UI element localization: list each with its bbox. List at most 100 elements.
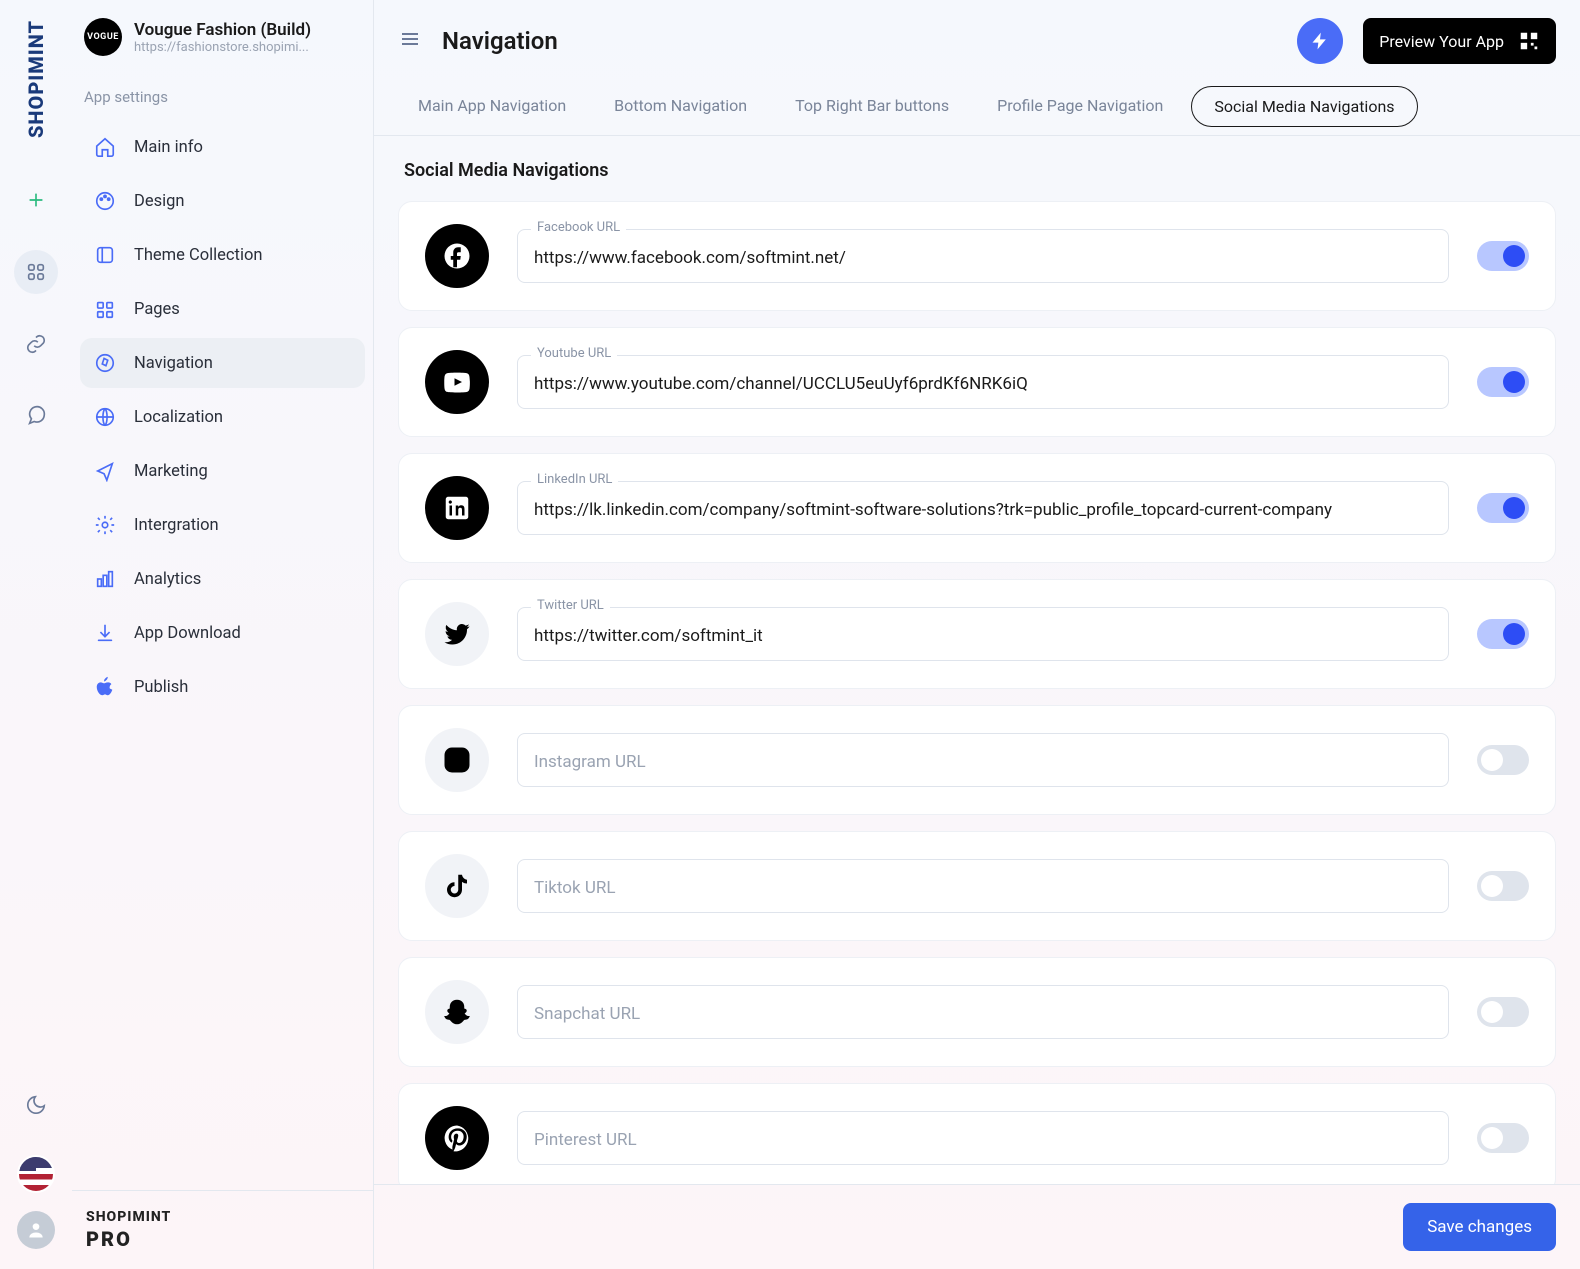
rail-add-button[interactable] — [14, 178, 58, 222]
linkedin-toggle[interactable] — [1477, 493, 1529, 523]
linkedin-icon — [425, 476, 489, 540]
preview-label: Preview Your App — [1379, 32, 1504, 51]
twitter-toggle[interactable] — [1477, 619, 1529, 649]
app-url: https://fashionstore.shopimi... — [134, 40, 311, 55]
menu-icon — [398, 27, 422, 51]
social-row-facebook: Facebook URL — [398, 201, 1556, 311]
plus-icon — [25, 189, 47, 211]
social-row-youtube: Youtube URL — [398, 327, 1556, 437]
sidebar-item-integration[interactable]: Intergration — [80, 500, 365, 550]
save-changes-button[interactable]: Save changes — [1403, 1203, 1556, 1251]
rail-apps-button[interactable] — [14, 250, 58, 294]
chat-icon — [25, 405, 47, 427]
pinterest-toggle[interactable] — [1477, 1123, 1529, 1153]
youtube-icon — [425, 350, 489, 414]
rail-theme-toggle[interactable] — [14, 1083, 58, 1127]
facebook-url-input[interactable] — [517, 229, 1449, 283]
sidebar-item-label: Intergration — [134, 516, 219, 535]
social-row-instagram — [398, 705, 1556, 815]
content-area: Social Media Navigations Facebook URL You… — [374, 136, 1580, 1184]
sidebar-item-label: Design — [134, 192, 184, 211]
content-title: Social Media Navigations — [398, 160, 1556, 181]
compass-icon — [94, 352, 116, 374]
youtube-input-label: Youtube URL — [531, 346, 617, 361]
sidebar: VOGUE Vougue Fashion (Build) https://fas… — [72, 0, 374, 1269]
bolt-icon — [1310, 31, 1330, 51]
brand-logo: SHOPIMINT — [24, 20, 48, 138]
tiktok-icon — [425, 854, 489, 918]
instagram-toggle[interactable] — [1477, 745, 1529, 775]
twitter-input-label: Twitter URL — [531, 598, 610, 613]
tabs: Main App Navigation Bottom Navigation To… — [374, 82, 1580, 136]
linkedin-input-wrap: LinkedIn URL — [517, 481, 1449, 535]
main-area: Navigation Preview Your App Main App Nav… — [374, 0, 1580, 1269]
sidebar-item-label: Pages — [134, 300, 180, 319]
send-icon — [94, 460, 116, 482]
linkedin-input-label: LinkedIn URL — [531, 472, 618, 487]
twitter-url-input[interactable] — [517, 607, 1449, 661]
instagram-icon — [425, 728, 489, 792]
palette-icon — [94, 190, 116, 212]
instagram-url-input[interactable] — [517, 733, 1449, 787]
preview-app-button[interactable]: Preview Your App — [1363, 18, 1556, 64]
tab-top-right-bar-buttons[interactable]: Top Right Bar buttons — [775, 82, 969, 135]
tab-main-app-navigation[interactable]: Main App Navigation — [398, 82, 586, 135]
sidebar-item-localization[interactable]: Localization — [80, 392, 365, 442]
app-avatar: VOGUE — [84, 18, 122, 56]
facebook-icon — [425, 224, 489, 288]
rail-user-avatar[interactable] — [17, 1211, 55, 1249]
sidebar-item-marketing[interactable]: Marketing — [80, 446, 365, 496]
tab-profile-page-navigation[interactable]: Profile Page Navigation — [977, 82, 1183, 135]
sidebar-item-app-download[interactable]: App Download — [80, 608, 365, 658]
app-header: VOGUE Vougue Fashion (Build) https://fas… — [72, 0, 373, 74]
tiktok-toggle[interactable] — [1477, 871, 1529, 901]
pinterest-url-input[interactable] — [517, 1111, 1449, 1165]
rail-link-button[interactable] — [14, 322, 58, 366]
snapchat-url-input[interactable] — [517, 985, 1449, 1039]
tab-social-media-navigations[interactable]: Social Media Navigations — [1191, 86, 1417, 127]
tiktok-input-wrap — [517, 859, 1449, 913]
social-row-linkedin: LinkedIn URL — [398, 453, 1556, 563]
footer-brand: SHOPIMINT — [86, 1209, 359, 1225]
quick-action-button[interactable] — [1297, 18, 1343, 64]
sidebar-item-pages[interactable]: Pages — [80, 284, 365, 334]
sidebar-item-label: Localization — [134, 408, 223, 427]
sidebar-item-label: Main info — [134, 138, 203, 157]
grid-icon — [25, 261, 47, 283]
sidebar-item-navigation[interactable]: Navigation — [80, 338, 365, 388]
tiktok-url-input[interactable] — [517, 859, 1449, 913]
snapchat-toggle[interactable] — [1477, 997, 1529, 1027]
qr-icon — [1518, 30, 1540, 52]
sidebar-item-main-info[interactable]: Main info — [80, 122, 365, 172]
sidebar-item-label: App Download — [134, 624, 241, 643]
rail-locale-flag[interactable] — [17, 1155, 55, 1193]
snapchat-input-wrap — [517, 985, 1449, 1039]
rail-chat-button[interactable] — [14, 394, 58, 438]
facebook-toggle[interactable] — [1477, 241, 1529, 271]
apple-icon — [94, 676, 116, 698]
left-rail: SHOPIMINT — [0, 0, 72, 1269]
sidebar-toggle-button[interactable] — [398, 27, 422, 55]
social-row-twitter: Twitter URL — [398, 579, 1556, 689]
user-icon — [26, 1220, 46, 1240]
youtube-url-input[interactable] — [517, 355, 1449, 409]
sidebar-item-label: Theme Collection — [134, 246, 263, 265]
app-title: Vougue Fashion (Build) — [134, 20, 311, 40]
sidebar-item-analytics[interactable]: Analytics — [80, 554, 365, 604]
footer-bar: Save changes — [374, 1184, 1580, 1269]
download-icon — [94, 622, 116, 644]
facebook-input-label: Facebook URL — [531, 220, 626, 235]
home-icon — [94, 136, 116, 158]
sidebar-item-design[interactable]: Design — [80, 176, 365, 226]
sidebar-item-label: Navigation — [134, 354, 213, 373]
linkedin-url-input[interactable] — [517, 481, 1449, 535]
sidebar-item-label: Publish — [134, 678, 188, 697]
twitter-icon — [425, 602, 489, 666]
sidebar-item-label: Marketing — [134, 462, 208, 481]
sidebar-item-theme-collection[interactable]: Theme Collection — [80, 230, 365, 280]
youtube-toggle[interactable] — [1477, 367, 1529, 397]
sidebar-item-publish[interactable]: Publish — [80, 662, 365, 712]
tab-bottom-navigation[interactable]: Bottom Navigation — [594, 82, 767, 135]
youtube-input-wrap: Youtube URL — [517, 355, 1449, 409]
twitter-input-wrap: Twitter URL — [517, 607, 1449, 661]
